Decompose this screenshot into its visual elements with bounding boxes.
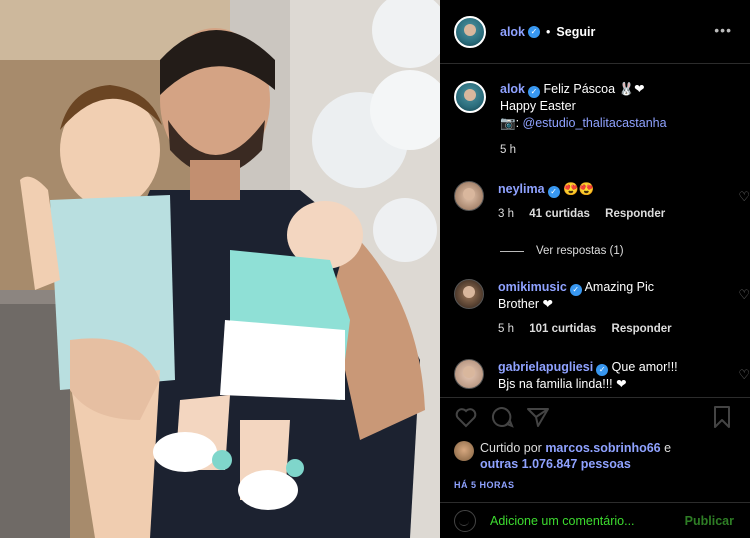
post-header: alok ✓ • Seguir ••• [440, 0, 750, 64]
verified-icon: ✓ [528, 86, 541, 98]
post-photo[interactable] [0, 0, 440, 538]
liker-avatar[interactable] [454, 441, 474, 461]
comment-text: 😍😍 [563, 182, 595, 196]
comment-text-line2: Brother ❤ [498, 297, 553, 311]
comment-likes[interactable]: 41 curtidas [529, 208, 590, 220]
author-avatar[interactable] [454, 15, 486, 48]
more-dots-icon[interactable]: ••• [714, 22, 732, 38]
heart-icon[interactable] [454, 405, 478, 429]
commenter-username[interactable]: neylima [498, 182, 545, 196]
add-comment-bar: Publicar [440, 502, 750, 538]
commenter-avatar[interactable] [454, 359, 484, 389]
commenter-username[interactable]: omikimusic [498, 280, 567, 294]
caption-credit-prefix: 📷: [500, 116, 523, 130]
comment-icon[interactable] [490, 405, 514, 429]
comment-item: neylima ✓ 😍😍 3 h 41 curtidas Responder ♡ [454, 181, 750, 223]
verified-icon: ✓ [596, 364, 609, 376]
reply-button[interactable]: Responder [612, 323, 672, 335]
comment-input[interactable] [490, 513, 680, 528]
comment-like-heart-icon[interactable]: ♡ [738, 189, 750, 205]
liked-by-prefix: Curtido por [480, 441, 546, 455]
comment-time[interactable]: 3 h [498, 208, 514, 220]
emoji-icon[interactable] [454, 509, 476, 532]
caption: alok ✓ Feliz Páscoa 🐰❤ Happy Easter 📷: @e… [454, 81, 744, 159]
publish-button[interactable]: Publicar [685, 514, 734, 528]
caption-avatar[interactable] [454, 81, 486, 113]
post-sidebar: alok ✓ • Seguir ••• alok ✓ Feliz Páscoa 🐰… [440, 0, 750, 538]
divider [440, 397, 750, 398]
liker-username[interactable]: marcos.sobrinho66 [545, 441, 660, 455]
comments-list[interactable]: alok ✓ Feliz Páscoa 🐰❤ Happy Easter 📷: @e… [440, 65, 750, 397]
comment-text-line2: Bjs na familia linda!!! ❤ [498, 377, 627, 391]
replies-divider [500, 250, 524, 252]
caption-credit: 📷: @estudio_thalitacastanha [500, 115, 730, 132]
comment-item: omikimusic ✓ Amazing Pic Brother ❤ 5 h 10… [454, 279, 750, 338]
share-icon[interactable] [526, 405, 550, 429]
bookmark-icon[interactable] [710, 405, 734, 429]
reply-button[interactable]: Responder [605, 208, 665, 220]
liked-by-mid: e [660, 441, 672, 455]
caption-time[interactable]: 5 h [500, 144, 516, 156]
commenter-avatar[interactable] [454, 181, 484, 211]
post-time[interactable]: HÁ 5 HORAS [454, 480, 515, 490]
comment-likes[interactable]: 101 curtidas [529, 323, 596, 335]
commenter-avatar[interactable] [454, 279, 484, 309]
family-photo-illustration [0, 0, 440, 538]
view-replies[interactable]: Ver respostas (1) [500, 245, 624, 257]
post-actions [454, 405, 736, 435]
verified-icon: ✓ [569, 284, 582, 296]
header-separator: • [546, 24, 551, 39]
commenter-username[interactable]: gabrielapugliesi [498, 360, 593, 374]
verified-icon: ✓ [528, 25, 541, 38]
caption-text: Feliz Páscoa 🐰❤ [543, 82, 645, 96]
photographer-link[interactable]: @estudio_thalitacastanha [523, 116, 667, 130]
comment-text: Que amor!!! [611, 360, 678, 374]
comment-like-heart-icon[interactable]: ♡ [738, 287, 750, 303]
comment-like-heart-icon[interactable]: ♡ [738, 367, 750, 383]
other-likers-link[interactable]: outras 1.076.847 pessoas [480, 457, 631, 471]
comment-time[interactable]: 5 h [498, 323, 514, 335]
comment-text: Amazing Pic [584, 280, 655, 294]
caption-line2: Happy Easter [500, 99, 576, 113]
verified-icon: ✓ [547, 186, 560, 198]
likes-summary: Curtido por marcos.sobrinho66 e outras 1… [454, 440, 736, 472]
comment-item: gabrielapugliesi ✓ Que amor!!! Bjs na fam… [454, 359, 750, 393]
view-replies-label[interactable]: Ver respostas (1) [536, 245, 624, 257]
caption-username[interactable]: alok [500, 82, 525, 96]
author-username[interactable]: alok [500, 25, 525, 39]
follow-button[interactable]: Seguir [556, 25, 595, 39]
